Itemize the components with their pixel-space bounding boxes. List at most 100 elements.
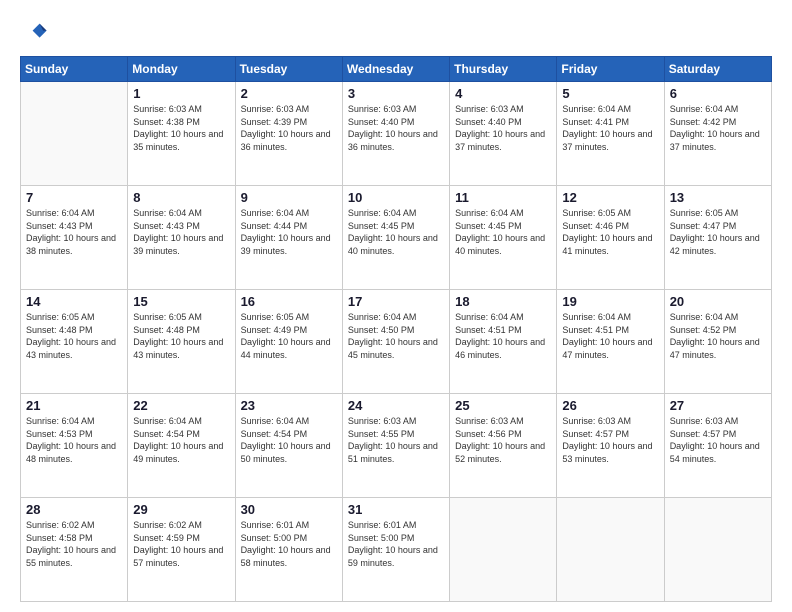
- calendar-cell: 26 Sunrise: 6:03 AMSunset: 4:57 PMDayligh…: [557, 394, 664, 498]
- calendar-cell: 24 Sunrise: 6:03 AMSunset: 4:55 PMDayligh…: [342, 394, 449, 498]
- calendar-cell: 11 Sunrise: 6:04 AMSunset: 4:45 PMDayligh…: [450, 186, 557, 290]
- calendar-cell: 19 Sunrise: 6:04 AMSunset: 4:51 PMDayligh…: [557, 290, 664, 394]
- day-number: 19: [562, 294, 658, 309]
- day-number: 15: [133, 294, 229, 309]
- calendar-cell: 1 Sunrise: 6:03 AMSunset: 4:38 PMDaylight…: [128, 82, 235, 186]
- day-number: 4: [455, 86, 551, 101]
- calendar-table: SundayMondayTuesdayWednesdayThursdayFrid…: [20, 56, 772, 602]
- calendar-cell: [21, 82, 128, 186]
- day-number: 9: [241, 190, 337, 205]
- day-info: Sunrise: 6:04 AMSunset: 4:51 PMDaylight:…: [455, 311, 551, 361]
- day-info: Sunrise: 6:04 AMSunset: 4:54 PMDaylight:…: [241, 415, 337, 465]
- calendar-cell: 14 Sunrise: 6:05 AMSunset: 4:48 PMDayligh…: [21, 290, 128, 394]
- day-info: Sunrise: 6:03 AMSunset: 4:40 PMDaylight:…: [348, 103, 444, 153]
- calendar-cell: 12 Sunrise: 6:05 AMSunset: 4:46 PMDayligh…: [557, 186, 664, 290]
- logo: [20, 18, 52, 46]
- day-number: 30: [241, 502, 337, 517]
- day-number: 21: [26, 398, 122, 413]
- week-row-2: 14 Sunrise: 6:05 AMSunset: 4:48 PMDayligh…: [21, 290, 772, 394]
- calendar-cell: 17Sunrise: 6:04 AMSunset: 4:50 PMDayligh…: [342, 290, 449, 394]
- day-number: 11: [455, 190, 551, 205]
- day-info: Sunrise: 6:04 AMSunset: 4:52 PMDaylight:…: [670, 311, 766, 361]
- day-number: 24: [348, 398, 444, 413]
- day-number: 23: [241, 398, 337, 413]
- day-number: 29: [133, 502, 229, 517]
- day-info: Sunrise: 6:03 AMSunset: 4:39 PMDaylight:…: [241, 103, 337, 153]
- day-number: 17: [348, 294, 444, 309]
- day-number: 5: [562, 86, 658, 101]
- week-row-0: 1 Sunrise: 6:03 AMSunset: 4:38 PMDaylight…: [21, 82, 772, 186]
- header-day-tuesday: Tuesday: [235, 57, 342, 82]
- day-info: Sunrise: 6:03 AMSunset: 4:40 PMDaylight:…: [455, 103, 551, 153]
- day-number: 1: [133, 86, 229, 101]
- calendar-cell: 22 Sunrise: 6:04 AMSunset: 4:54 PMDayligh…: [128, 394, 235, 498]
- day-number: 18: [455, 294, 551, 309]
- header-day-sunday: Sunday: [21, 57, 128, 82]
- day-info: Sunrise: 6:05 AMSunset: 4:47 PMDaylight:…: [670, 207, 766, 257]
- day-info: Sunrise: 6:04 AMSunset: 4:53 PMDaylight:…: [26, 415, 122, 465]
- calendar-cell: 21 Sunrise: 6:04 AMSunset: 4:53 PMDayligh…: [21, 394, 128, 498]
- header-row: SundayMondayTuesdayWednesdayThursdayFrid…: [21, 57, 772, 82]
- day-info: Sunrise: 6:04 AMSunset: 4:45 PMDaylight:…: [348, 207, 444, 257]
- calendar-cell: 31 Sunrise: 6:01 AMSunset: 5:00 PMDayligh…: [342, 498, 449, 602]
- day-number: 2: [241, 86, 337, 101]
- page: SundayMondayTuesdayWednesdayThursdayFrid…: [0, 0, 792, 612]
- header-day-friday: Friday: [557, 57, 664, 82]
- calendar-cell: 28 Sunrise: 6:02 AMSunset: 4:58 PMDayligh…: [21, 498, 128, 602]
- calendar-cell: 4 Sunrise: 6:03 AMSunset: 4:40 PMDaylight…: [450, 82, 557, 186]
- day-info: Sunrise: 6:03 AMSunset: 4:38 PMDaylight:…: [133, 103, 229, 153]
- calendar-cell: [664, 498, 771, 602]
- calendar-cell: [450, 498, 557, 602]
- day-info: Sunrise: 6:03 AMSunset: 4:55 PMDaylight:…: [348, 415, 444, 465]
- calendar-cell: 5Sunrise: 6:04 AMSunset: 4:41 PMDaylight…: [557, 82, 664, 186]
- calendar-cell: 16 Sunrise: 6:05 AMSunset: 4:49 PMDayligh…: [235, 290, 342, 394]
- header-day-thursday: Thursday: [450, 57, 557, 82]
- calendar-cell: 3 Sunrise: 6:03 AMSunset: 4:40 PMDaylight…: [342, 82, 449, 186]
- day-number: 8: [133, 190, 229, 205]
- day-info: Sunrise: 6:03 AMSunset: 4:57 PMDaylight:…: [670, 415, 766, 465]
- day-info: Sunrise: 6:05 AMSunset: 4:48 PMDaylight:…: [26, 311, 122, 361]
- day-number: 14: [26, 294, 122, 309]
- week-row-1: 7Sunrise: 6:04 AMSunset: 4:43 PMDaylight…: [21, 186, 772, 290]
- day-number: 25: [455, 398, 551, 413]
- day-info: Sunrise: 6:03 AMSunset: 4:57 PMDaylight:…: [562, 415, 658, 465]
- header-day-saturday: Saturday: [664, 57, 771, 82]
- day-number: 16: [241, 294, 337, 309]
- day-info: Sunrise: 6:04 AMSunset: 4:44 PMDaylight:…: [241, 207, 337, 257]
- day-info: Sunrise: 6:04 AMSunset: 4:54 PMDaylight:…: [133, 415, 229, 465]
- calendar-cell: 15Sunrise: 6:05 AMSunset: 4:48 PMDayligh…: [128, 290, 235, 394]
- day-number: 28: [26, 502, 122, 517]
- calendar-cell: 9 Sunrise: 6:04 AMSunset: 4:44 PMDaylight…: [235, 186, 342, 290]
- day-number: 22: [133, 398, 229, 413]
- day-number: 26: [562, 398, 658, 413]
- calendar-header: SundayMondayTuesdayWednesdayThursdayFrid…: [21, 57, 772, 82]
- calendar-cell: 2 Sunrise: 6:03 AMSunset: 4:39 PMDaylight…: [235, 82, 342, 186]
- header-day-monday: Monday: [128, 57, 235, 82]
- day-number: 6: [670, 86, 766, 101]
- calendar-cell: 7Sunrise: 6:04 AMSunset: 4:43 PMDaylight…: [21, 186, 128, 290]
- day-info: Sunrise: 6:03 AMSunset: 4:56 PMDaylight:…: [455, 415, 551, 465]
- day-info: Sunrise: 6:04 AMSunset: 4:51 PMDaylight:…: [562, 311, 658, 361]
- calendar-cell: 23 Sunrise: 6:04 AMSunset: 4:54 PMDayligh…: [235, 394, 342, 498]
- calendar-cell: 10 Sunrise: 6:04 AMSunset: 4:45 PMDayligh…: [342, 186, 449, 290]
- day-info: Sunrise: 6:05 AMSunset: 4:49 PMDaylight:…: [241, 311, 337, 361]
- calendar-cell: 13Sunrise: 6:05 AMSunset: 4:47 PMDayligh…: [664, 186, 771, 290]
- calendar-cell: 29Sunrise: 6:02 AMSunset: 4:59 PMDayligh…: [128, 498, 235, 602]
- header-day-wednesday: Wednesday: [342, 57, 449, 82]
- calendar-cell: 30Sunrise: 6:01 AMSunset: 5:00 PMDayligh…: [235, 498, 342, 602]
- day-info: Sunrise: 6:02 AMSunset: 4:58 PMDaylight:…: [26, 519, 122, 569]
- calendar-cell: 20Sunrise: 6:04 AMSunset: 4:52 PMDayligh…: [664, 290, 771, 394]
- day-number: 27: [670, 398, 766, 413]
- calendar-body: 1 Sunrise: 6:03 AMSunset: 4:38 PMDaylight…: [21, 82, 772, 602]
- calendar-cell: 27 Sunrise: 6:03 AMSunset: 4:57 PMDayligh…: [664, 394, 771, 498]
- day-number: 31: [348, 502, 444, 517]
- day-number: 3: [348, 86, 444, 101]
- day-info: Sunrise: 6:04 AMSunset: 4:45 PMDaylight:…: [455, 207, 551, 257]
- day-number: 10: [348, 190, 444, 205]
- day-number: 12: [562, 190, 658, 205]
- day-info: Sunrise: 6:05 AMSunset: 4:46 PMDaylight:…: [562, 207, 658, 257]
- calendar-cell: [557, 498, 664, 602]
- week-row-4: 28 Sunrise: 6:02 AMSunset: 4:58 PMDayligh…: [21, 498, 772, 602]
- calendar-cell: 18 Sunrise: 6:04 AMSunset: 4:51 PMDayligh…: [450, 290, 557, 394]
- day-info: Sunrise: 6:01 AMSunset: 5:00 PMDaylight:…: [348, 519, 444, 569]
